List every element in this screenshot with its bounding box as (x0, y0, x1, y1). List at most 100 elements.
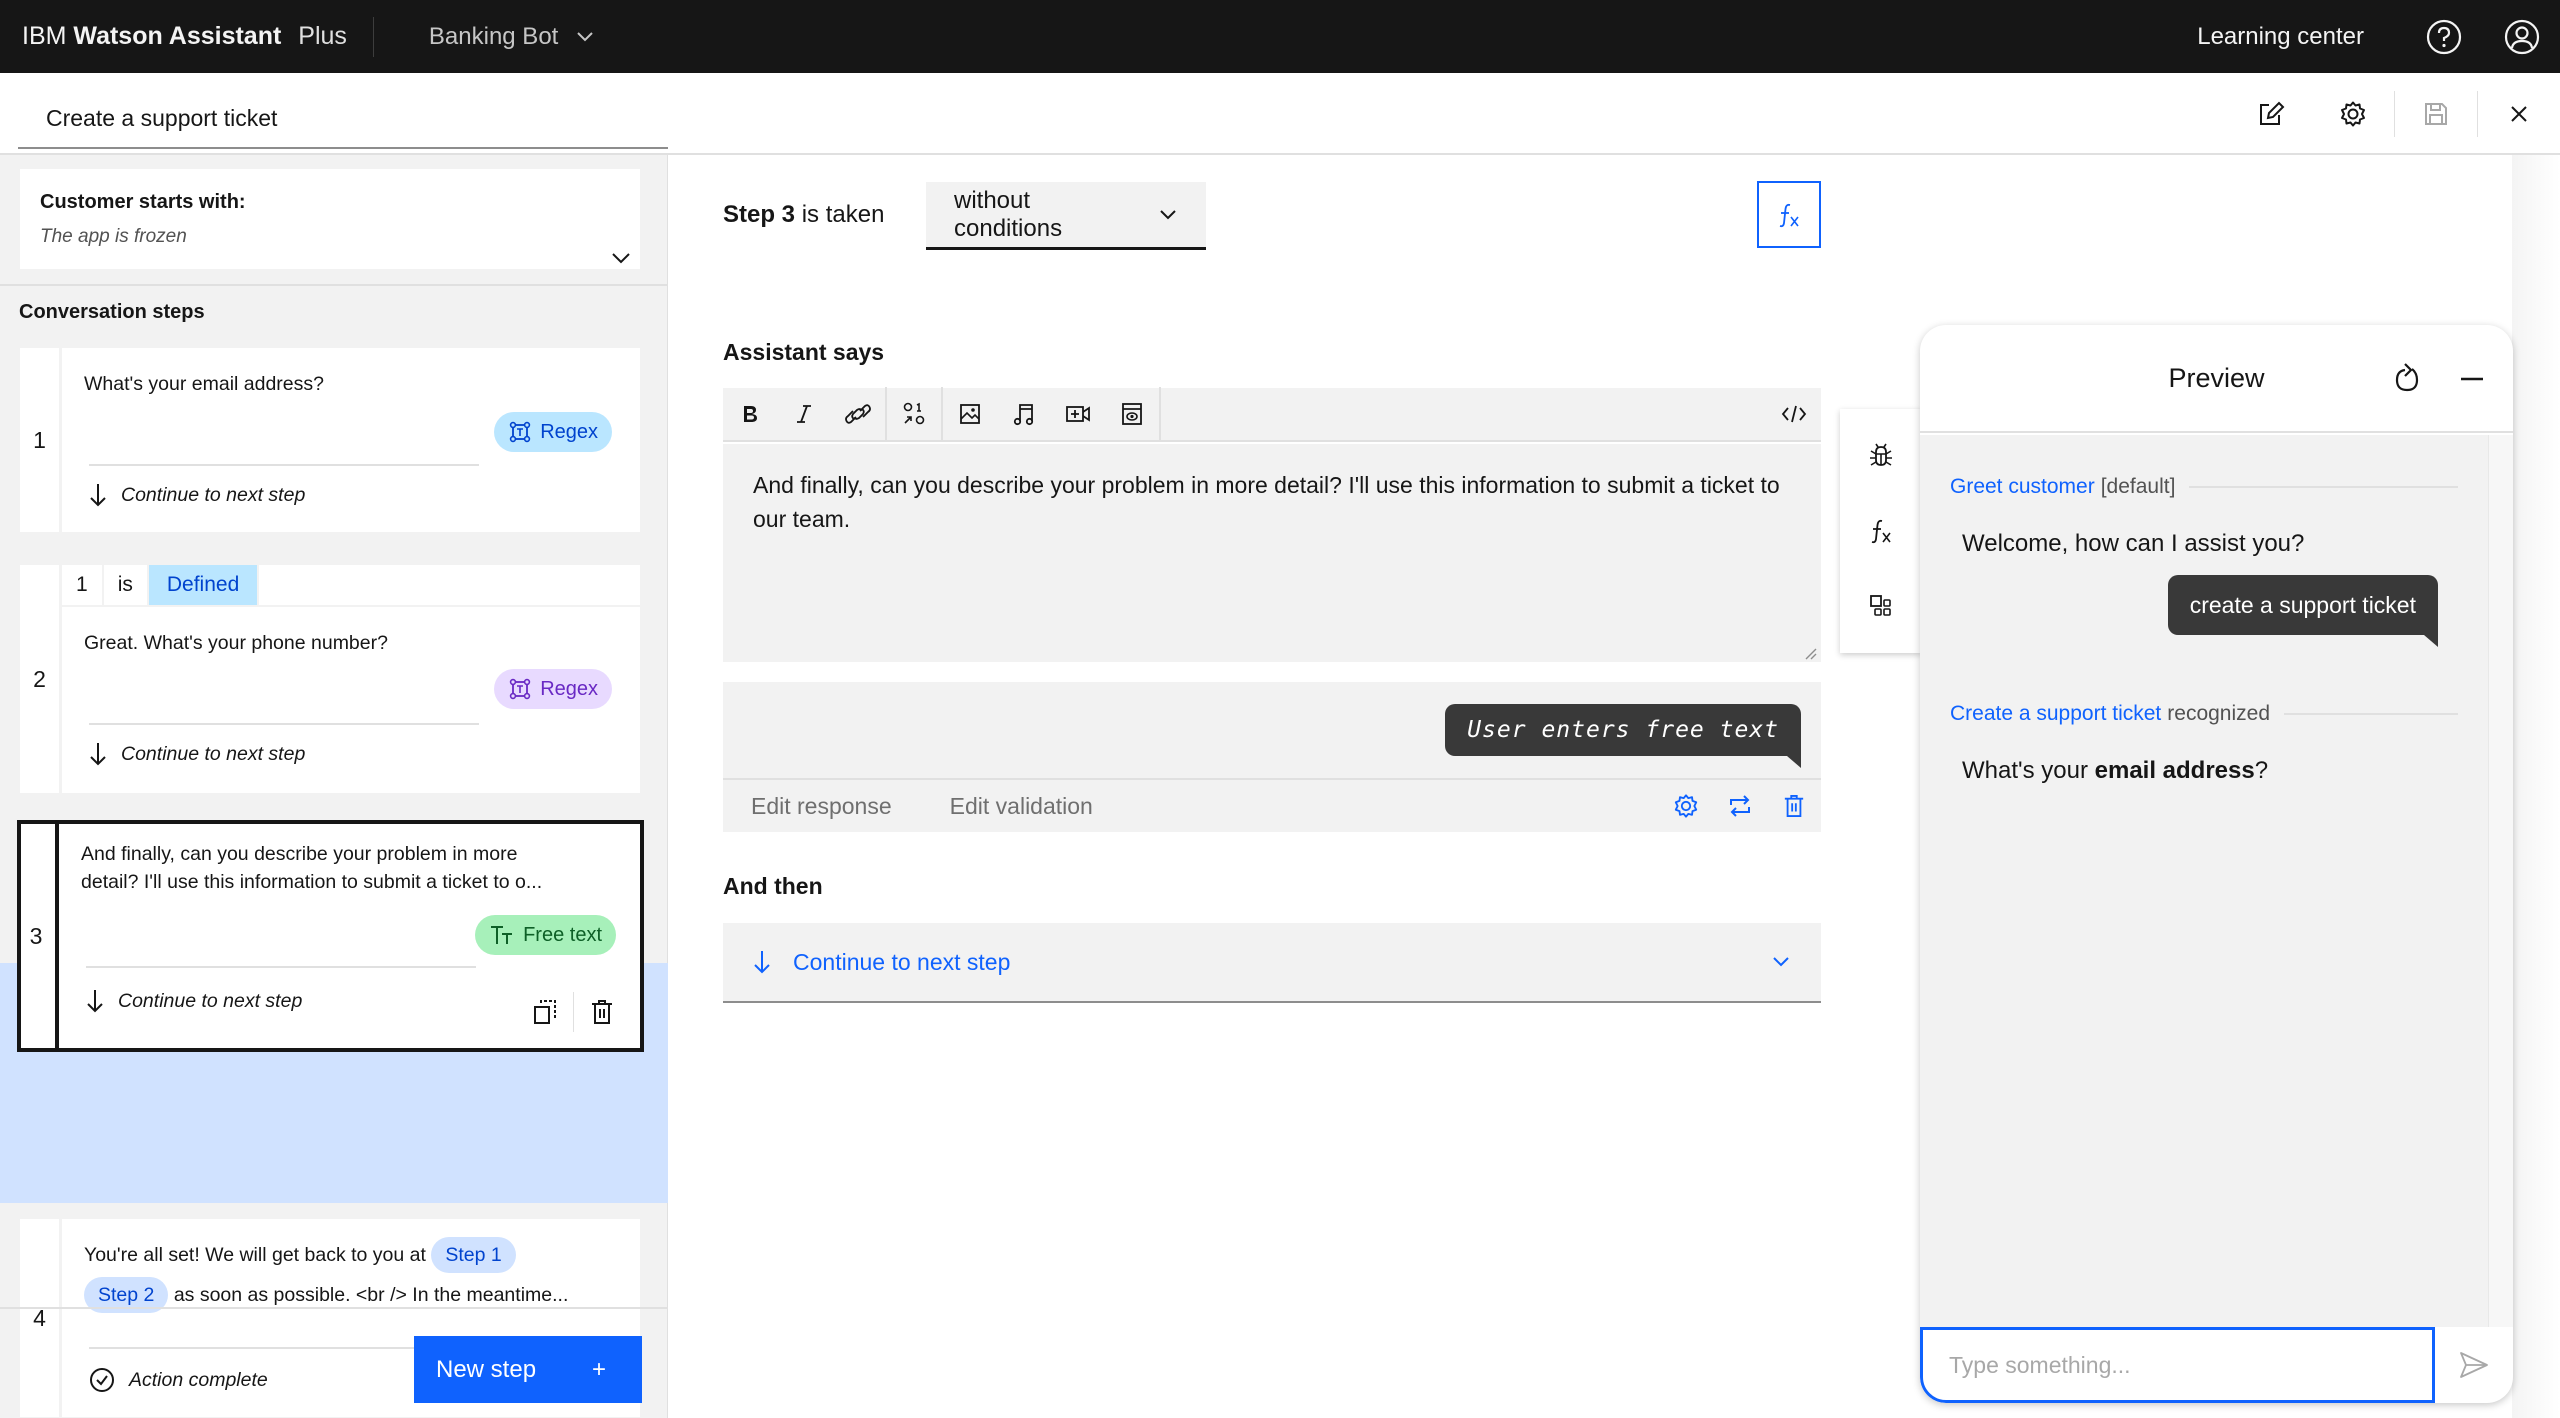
greet-customer-link[interactable]: Greet customer (1950, 475, 2095, 499)
next-action-label: Continue to next step (121, 742, 306, 765)
condition-dropdown[interactable]: without conditions (926, 182, 1206, 250)
italic-button[interactable] (777, 387, 831, 441)
step-condition[interactable]: 1 is Defined (62, 565, 640, 607)
action-name-field[interactable]: Create a support ticket (18, 93, 668, 149)
response-settings-button[interactable] (1659, 779, 1713, 833)
assistant-selector[interactable]: Banking Bot (429, 23, 594, 51)
gear-icon (1673, 793, 1699, 819)
bot-message-bold: email address (2094, 757, 2255, 784)
extensions-button[interactable] (1856, 581, 1906, 631)
user-message: create a support ticket (2167, 575, 2439, 647)
insert-video-button[interactable] (1051, 387, 1105, 441)
insert-variable-button[interactable] (887, 387, 941, 441)
link-icon (845, 403, 871, 425)
copy-icon (532, 998, 558, 1026)
step-message: Great. What's your phone number? (84, 632, 388, 654)
insert-iframe-button[interactable] (1105, 387, 1159, 441)
close-button[interactable] (2478, 73, 2560, 155)
step-editor: Step 3 is taken without conditions Assis… (669, 155, 1919, 1418)
background-edge (2512, 155, 2560, 1418)
new-step-label: New step (436, 1355, 537, 1383)
trash-icon (590, 998, 614, 1026)
delete-response-button[interactable] (1767, 779, 1821, 833)
and-then-dropdown[interactable]: Continue to next step (723, 923, 1821, 1003)
debug-button[interactable] (1856, 431, 1906, 481)
divider (2284, 713, 2458, 715)
step-card-1[interactable]: 1 What's your email address? Regex Conti… (20, 348, 640, 532)
learning-center-link[interactable]: Learning center (2197, 23, 2364, 51)
next-action-label: Action complete (129, 1368, 268, 1391)
restart-conversation-button[interactable] (2385, 357, 2429, 401)
arrow-down-icon (89, 741, 107, 767)
minimize-icon (2460, 377, 2484, 381)
brand-name: Watson Assistant (73, 22, 282, 50)
next-action-label: Continue to next step (121, 483, 306, 506)
step-card-3[interactable]: 3 And finally, can you describe your pro… (17, 820, 644, 1052)
message-input[interactable] (1920, 1327, 2435, 1403)
arrow-down-icon (89, 482, 107, 508)
link-button[interactable] (831, 387, 885, 441)
divider (86, 966, 476, 968)
assistant-message-editor[interactable]: And finally, can you describe your probl… (723, 444, 1821, 662)
variable-icon (902, 402, 926, 426)
condition-dropdown-value: without conditions (954, 186, 1063, 242)
action-marker-meta: recognized (2167, 702, 2271, 725)
action-marker-meta: [default] (2100, 475, 2176, 498)
step-next-action: Action complete (89, 1367, 268, 1393)
regex-response-chip: Regex (494, 669, 612, 709)
variable-values-button[interactable] (1856, 506, 1906, 556)
divider (89, 723, 479, 725)
recognized-action-link[interactable]: Create a support ticket (1950, 702, 2161, 726)
step-message-line: And finally, can you describe your probl… (81, 843, 518, 865)
minimize-preview-button[interactable] (2450, 357, 2494, 401)
bot-message: Welcome, how can I assist you? (1962, 530, 2305, 557)
action-marker: Greet customer [default] (1950, 475, 2458, 499)
customer-response-box: User enters free text Edit response Edit… (723, 682, 1821, 832)
step-reference-chip[interactable]: Step 1 (431, 1237, 516, 1273)
insert-audio-button[interactable] (997, 387, 1051, 441)
step-message: You're all set! We will get back to you … (84, 1235, 620, 1315)
settings-button[interactable] (2312, 73, 2394, 155)
video-icon (1065, 404, 1091, 424)
chevron-down-icon[interactable] (610, 251, 632, 265)
insert-image-button[interactable] (943, 387, 997, 441)
arrow-down-icon (86, 988, 104, 1014)
is-taken-label: is taken (801, 201, 885, 228)
step-message: What's your email address? (84, 373, 324, 395)
replace-response-button[interactable] (1713, 779, 1767, 833)
new-step-button[interactable]: New step + (414, 1336, 642, 1403)
step-message-line: detail? I'll use this information to sub… (81, 871, 543, 893)
divider (0, 284, 668, 286)
send-button[interactable] (2435, 1327, 2513, 1403)
italic-icon (795, 404, 813, 424)
plan-label: Plus (298, 22, 347, 50)
edit-button[interactable] (2230, 73, 2312, 155)
step-condition-label: Step 3 is taken (723, 201, 884, 229)
bold-button[interactable] (723, 387, 777, 441)
step-card-2[interactable]: 2 1 is Defined Great. What's your phone … (20, 565, 640, 793)
bug-icon (1868, 443, 1894, 469)
user-profile-button[interactable] (2500, 15, 2544, 59)
save-button[interactable] (2395, 73, 2477, 155)
edit-response-link[interactable]: Edit response (751, 793, 892, 820)
brand-prefix: IBM (22, 22, 67, 50)
variables-button[interactable] (1757, 181, 1821, 248)
duplicate-step-button[interactable] (517, 990, 573, 1034)
code-view-button[interactable] (1767, 387, 1821, 441)
step-number: 1 (20, 348, 62, 532)
bot-message-text: ? (2254, 757, 2269, 784)
scrollbar[interactable] (2488, 435, 2513, 1327)
step-number: 4 (20, 1219, 62, 1417)
help-button[interactable] (2422, 15, 2466, 59)
chip-label: Regex (540, 677, 598, 700)
help-icon (2425, 18, 2463, 56)
condition-operator: is (104, 565, 149, 605)
chevron-down-icon (576, 31, 594, 43)
resize-handle-icon[interactable] (1803, 646, 1817, 660)
edit-validation-link[interactable]: Edit validation (950, 793, 1093, 820)
divider (2189, 486, 2458, 488)
steps-panel: Customer starts with: The app is frozen … (0, 155, 668, 1418)
and-then-value: Continue to next step (793, 948, 1011, 975)
delete-step-button[interactable] (574, 990, 630, 1034)
customer-starts-with-card[interactable]: Customer starts with: The app is frozen (20, 169, 640, 269)
